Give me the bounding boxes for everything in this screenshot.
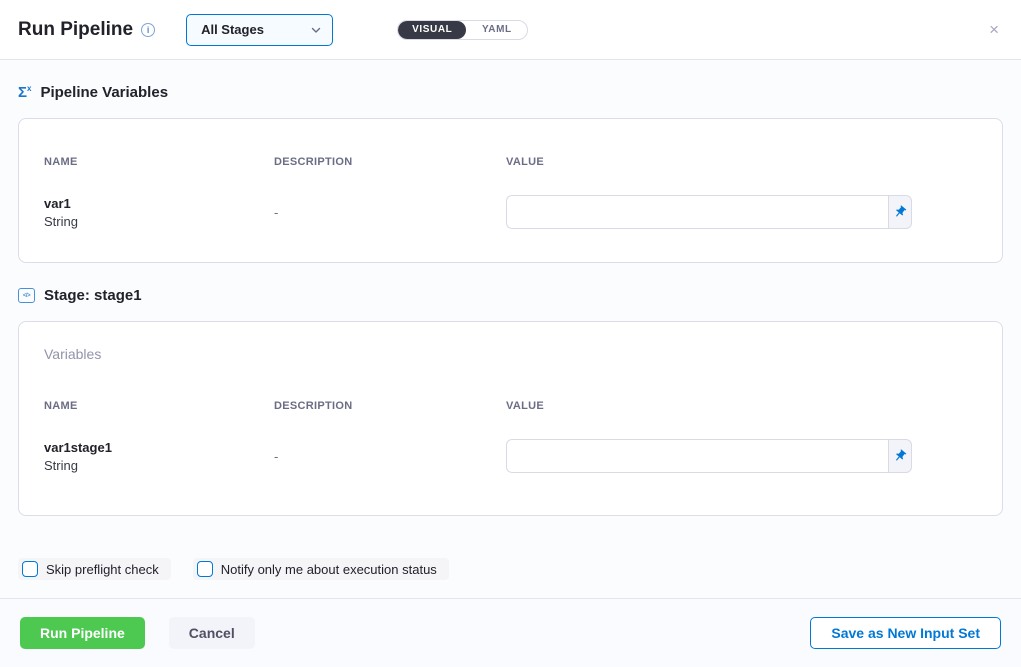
variable-name-cell: var1stage1 String <box>44 440 274 473</box>
variable-value-cell <box>506 195 912 229</box>
variable-type: String <box>44 458 274 473</box>
pin-icon <box>890 446 910 466</box>
pin-icon <box>890 202 910 222</box>
close-icon[interactable]: × <box>985 17 1003 42</box>
col-name: NAME <box>44 156 274 168</box>
table-row: var1 String - <box>44 195 977 262</box>
pin-button[interactable] <box>888 195 912 229</box>
toggle-visual[interactable]: VISUAL <box>398 21 466 39</box>
notify-me-checkbox[interactable] <box>197 561 213 577</box>
table-header: NAME DESCRIPTION VALUE <box>44 119 977 168</box>
run-pipeline-dialog: Run Pipeline i All Stages VISUAL YAML × … <box>0 0 1021 667</box>
stage-selector-value: All Stages <box>201 22 310 37</box>
chevron-down-icon <box>310 24 322 36</box>
toggle-yaml[interactable]: YAML <box>466 21 527 39</box>
custom-stage-icon: </> <box>18 288 35 303</box>
variable-description: - <box>274 449 506 464</box>
table-header: NAME DESCRIPTION VALUE <box>44 362 977 412</box>
notify-me-label: Notify only me about execution status <box>221 562 437 577</box>
stage-title: Stage: stage1 <box>44 287 142 304</box>
execution-options: Skip preflight check Notify only me abou… <box>18 558 1003 580</box>
var1stage1-value-input[interactable] <box>506 439 888 473</box>
variable-description: - <box>274 205 506 220</box>
skip-preflight-label: Skip preflight check <box>46 562 159 577</box>
card-title: Variables <box>44 322 977 362</box>
col-name: NAME <box>44 400 274 412</box>
pipeline-variables-card: NAME DESCRIPTION VALUE var1 String - <box>18 118 1003 263</box>
col-value: VALUE <box>506 156 977 168</box>
dialog-footer: Run Pipeline Cancel Save as New Input Se… <box>0 598 1021 667</box>
skip-preflight-option[interactable]: Skip preflight check <box>18 558 171 580</box>
stage-heading: </> Stage: stage1 <box>18 287 1003 304</box>
variable-name: var1 <box>44 196 274 211</box>
cancel-button[interactable]: Cancel <box>169 617 255 649</box>
col-description: DESCRIPTION <box>274 156 506 168</box>
table-row: var1stage1 String - <box>44 439 977 515</box>
stage-variables-card: Variables NAME DESCRIPTION VALUE var1sta… <box>18 321 1003 516</box>
run-pipeline-button[interactable]: Run Pipeline <box>20 617 145 649</box>
variable-name-cell: var1 String <box>44 196 274 229</box>
pipeline-variables-heading: Σx Pipeline Variables <box>18 84 1003 101</box>
dialog-header: Run Pipeline i All Stages VISUAL YAML × <box>0 0 1021 60</box>
col-description: DESCRIPTION <box>274 400 506 412</box>
sigma-x-icon: Σx <box>18 85 31 100</box>
info-icon[interactable]: i <box>141 23 155 37</box>
section-title: Pipeline Variables <box>40 84 168 101</box>
page-title: Run Pipeline <box>18 19 133 41</box>
variable-name: var1stage1 <box>44 440 274 455</box>
visual-yaml-toggle: VISUAL YAML <box>397 20 528 40</box>
variable-value-cell <box>506 439 912 473</box>
save-as-new-input-set-button[interactable]: Save as New Input Set <box>810 617 1001 649</box>
variable-type: String <box>44 214 274 229</box>
notify-me-option[interactable]: Notify only me about execution status <box>193 558 449 580</box>
stage-selector-dropdown[interactable]: All Stages <box>186 14 333 46</box>
col-value: VALUE <box>506 400 977 412</box>
dialog-body: Σx Pipeline Variables NAME DESCRIPTION V… <box>0 60 1021 598</box>
skip-preflight-checkbox[interactable] <box>22 561 38 577</box>
pin-button[interactable] <box>888 439 912 473</box>
var1-value-input[interactable] <box>506 195 888 229</box>
